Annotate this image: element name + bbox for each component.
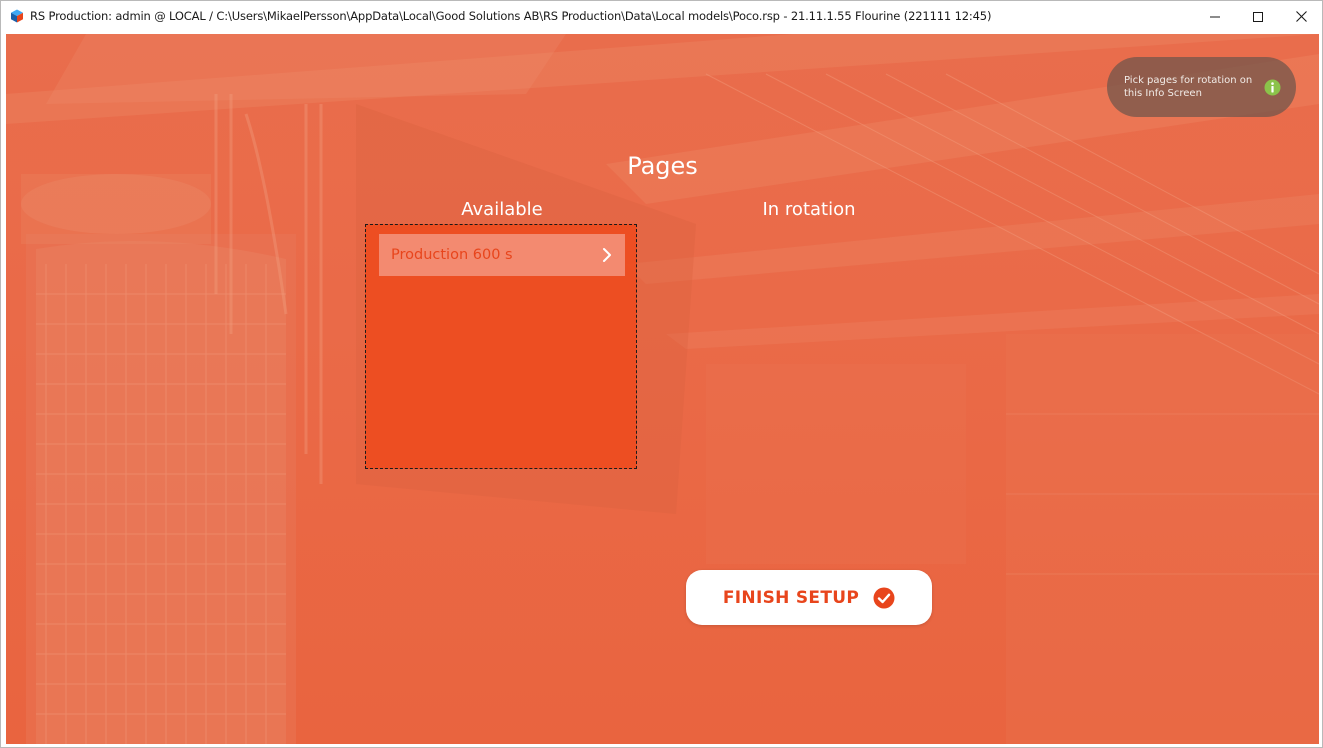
info-icon[interactable] <box>1264 79 1281 96</box>
minimize-icon <box>1210 16 1220 17</box>
app-window: RS Production: admin @ LOCAL / C:\Users\… <box>0 0 1323 748</box>
in-rotation-column-label: In rotation <box>762 199 856 220</box>
pages-heading: Pages <box>627 152 698 180</box>
available-page-item[interactable]: Production 600 s <box>379 234 625 276</box>
chevron-right-icon <box>603 248 611 262</box>
info-screen-setup: Pages Available In rotation Production 6… <box>6 34 1319 744</box>
available-column-label: Available <box>461 199 543 220</box>
app-logo-icon <box>11 9 23 23</box>
available-page-item-label: Production 600 s <box>391 247 513 263</box>
info-tooltip-text: Pick pages for rotation on this Info Scr… <box>1124 75 1253 99</box>
finish-setup-button[interactable]: FINISH SETUP <box>686 570 932 625</box>
maximize-button[interactable] <box>1235 1 1281 32</box>
window-title: RS Production: admin @ LOCAL / C:\Users\… <box>30 9 992 23</box>
close-icon <box>1295 11 1307 22</box>
minimize-button[interactable] <box>1192 1 1238 32</box>
title-bar[interactable]: RS Production: admin @ LOCAL / C:\Users\… <box>1 1 1322 32</box>
maximize-icon <box>1253 11 1263 22</box>
info-tooltip: Pick pages for rotation on this Info Scr… <box>1107 57 1296 117</box>
check-circle-icon <box>873 587 895 608</box>
finish-setup-label: FINISH SETUP <box>722 587 860 608</box>
background-image <box>6 34 1319 744</box>
close-button[interactable] <box>1278 1 1323 32</box>
